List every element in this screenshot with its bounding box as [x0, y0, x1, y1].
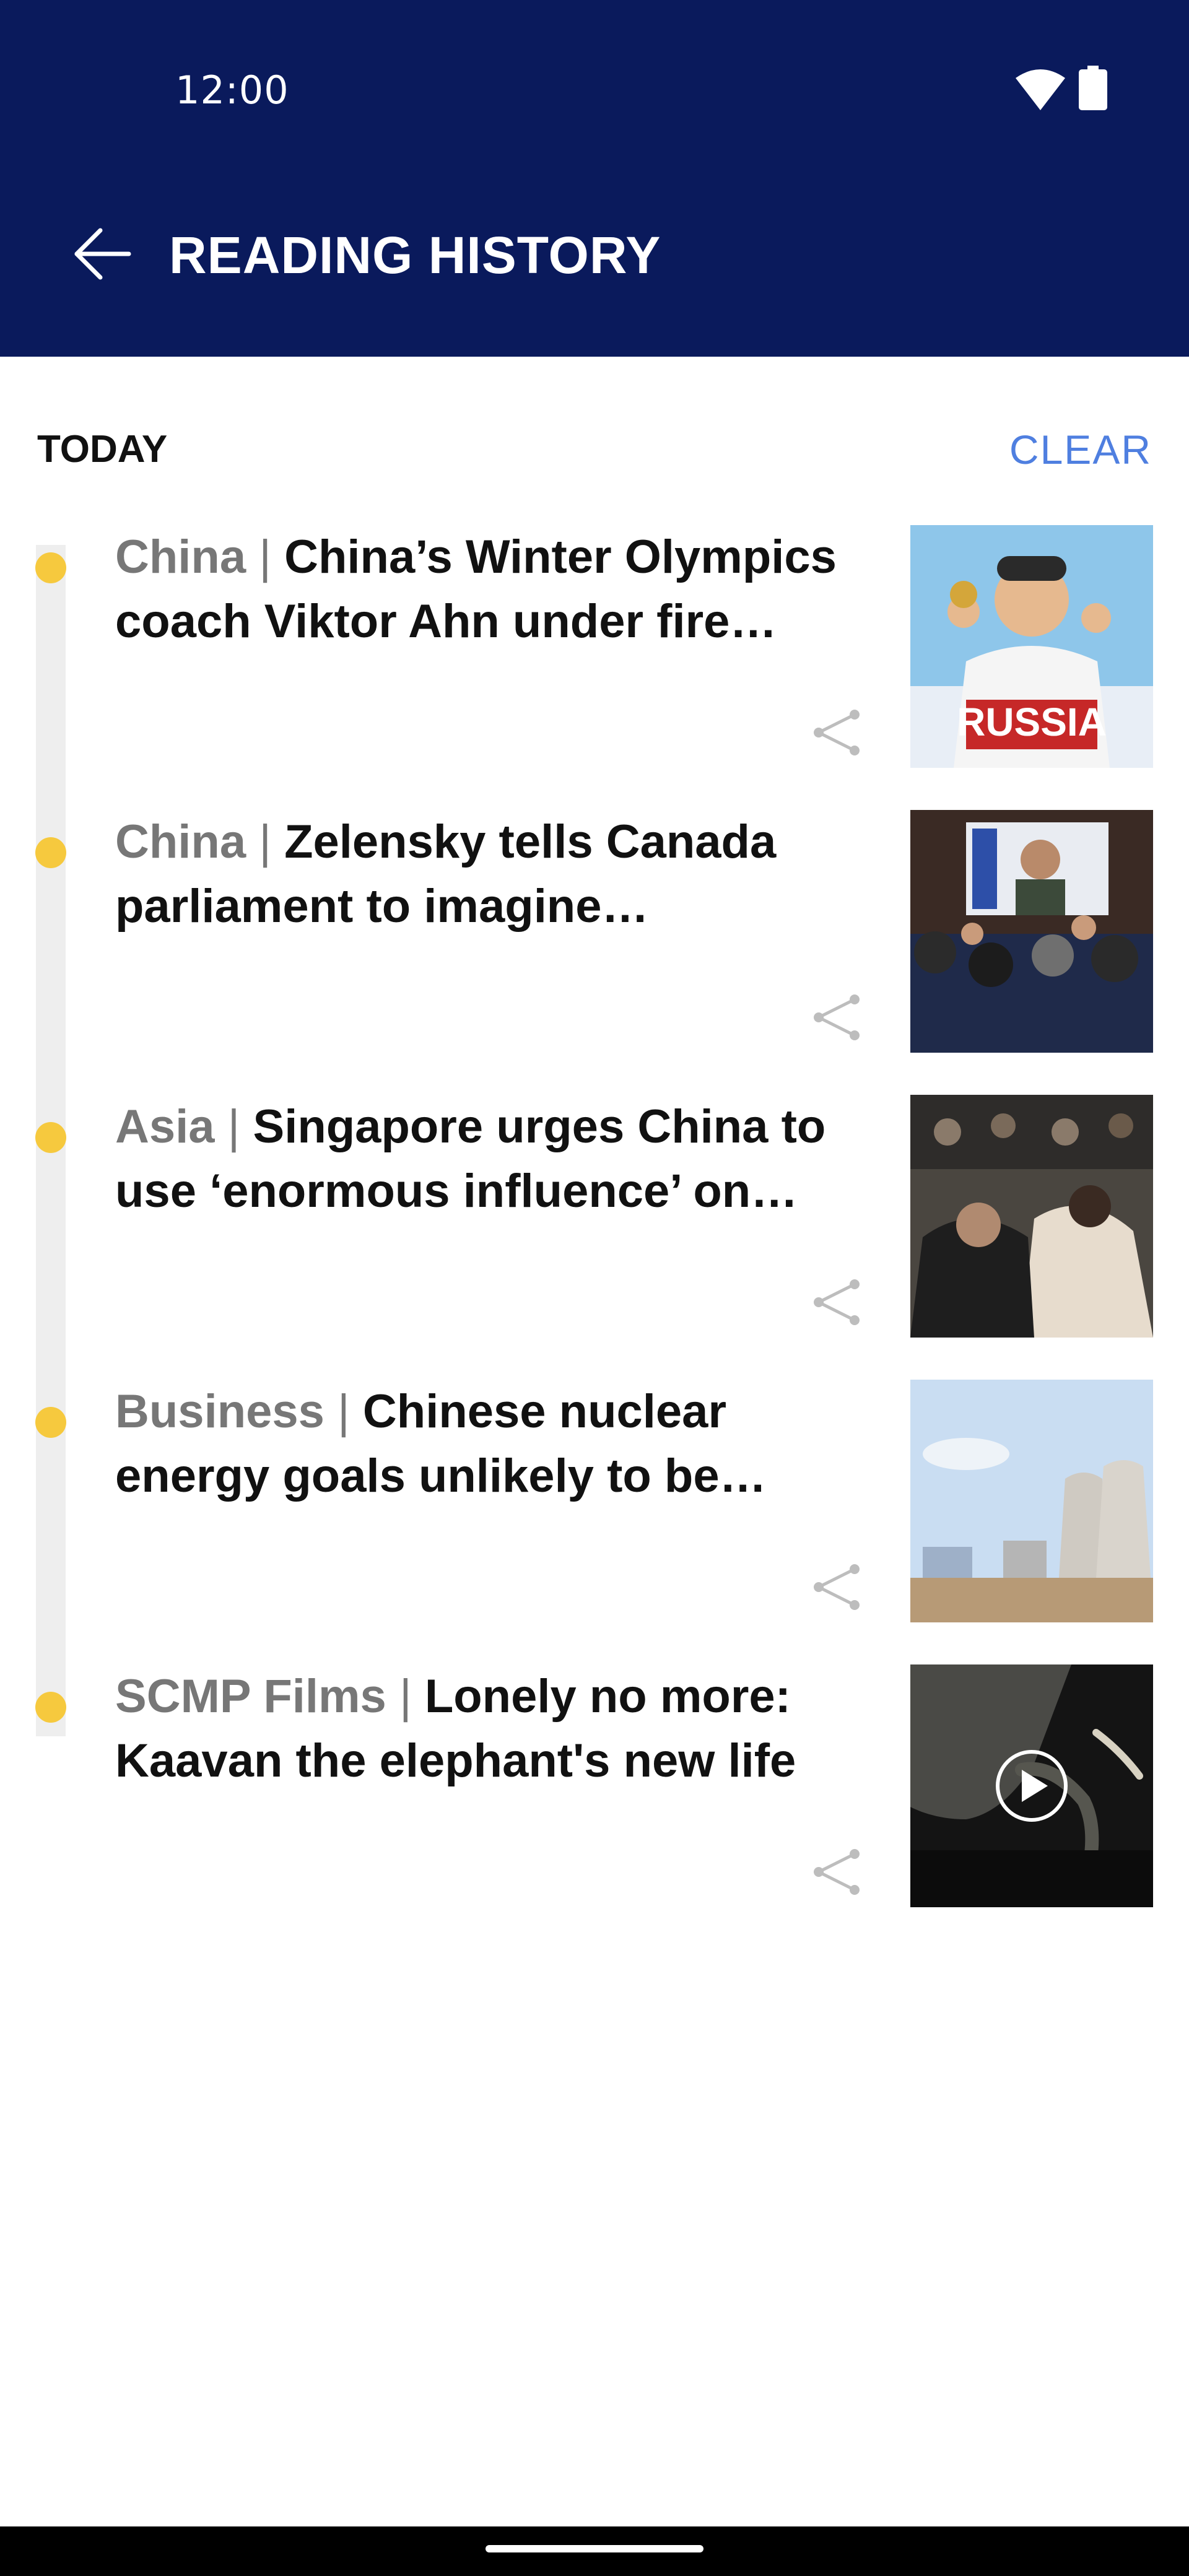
- parliament-applause-photo[interactable]: [910, 810, 1153, 1053]
- timeline-dot: [35, 837, 66, 868]
- clear-button[interactable]: CLEAR: [1009, 425, 1152, 474]
- timeline-dot: [35, 1122, 66, 1153]
- timeline-dot: [35, 1407, 66, 1438]
- wifi-icon: [1016, 69, 1065, 110]
- crowd-embrace-photo[interactable]: [910, 1095, 1153, 1338]
- history-item[interactable]: Business | Chinese nuclear energy goals …: [0, 1380, 1189, 1664]
- category-separator: |: [246, 531, 285, 583]
- share-icon[interactable]: [809, 1844, 865, 1900]
- timeline-dot: [35, 552, 66, 583]
- share-icon[interactable]: [809, 1559, 865, 1615]
- nuclear-plant-photo[interactable]: [910, 1380, 1153, 1622]
- category-separator: |: [386, 1670, 425, 1723]
- history-item[interactable]: SCMP Films | Lonely no more: Kaavan the …: [0, 1664, 1189, 1949]
- category-separator: |: [324, 1385, 363, 1438]
- article-category: China: [115, 816, 246, 868]
- section-label-today: TODAY: [37, 428, 168, 471]
- history-item[interactable]: China | Zelensky tells Canada parliament…: [0, 810, 1189, 1095]
- article-category: Asia: [115, 1100, 215, 1153]
- skater-medal-photo[interactable]: RUSSIA: [910, 525, 1153, 768]
- gesture-handle[interactable]: [486, 2545, 703, 2552]
- category-separator: |: [214, 1100, 253, 1153]
- battery-icon: [1079, 66, 1107, 110]
- article-headline[interactable]: Business | Chinese nuclear energy goals …: [115, 1380, 865, 1516]
- share-icon[interactable]: [809, 705, 865, 760]
- elephant-video-thumbnail[interactable]: [910, 1664, 1153, 1907]
- system-nav-bar: [0, 2526, 1189, 2576]
- category-separator: |: [246, 816, 285, 868]
- article-category: Business: [115, 1385, 324, 1438]
- article-headline[interactable]: SCMP Films | Lonely no more: Kaavan the …: [115, 1664, 865, 1801]
- thumb-text: RUSSIA: [957, 700, 1107, 744]
- article-headline[interactable]: China | China’s Winter Olympics coach Vi…: [115, 525, 865, 661]
- article-category: SCMP Films: [115, 1670, 386, 1723]
- timeline-dot: [35, 1692, 66, 1723]
- arrow-left-icon[interactable]: [68, 223, 136, 285]
- article-headline[interactable]: Asia | Singapore urges China to use ‘eno…: [115, 1095, 865, 1231]
- article-category: China: [115, 531, 246, 583]
- status-time: 12:00: [175, 67, 289, 113]
- share-icon[interactable]: [809, 990, 865, 1045]
- history-item[interactable]: Asia | Singapore urges China to use ‘eno…: [0, 1095, 1189, 1380]
- share-icon[interactable]: [809, 1274, 865, 1330]
- history-item[interactable]: China | China’s Winter Olympics coach Vi…: [0, 525, 1189, 810]
- page-title: READING HISTORY: [169, 226, 661, 284]
- app-header: 12:00 READING HISTORY: [0, 0, 1189, 357]
- article-headline[interactable]: China | Zelensky tells Canada parliament…: [115, 810, 865, 946]
